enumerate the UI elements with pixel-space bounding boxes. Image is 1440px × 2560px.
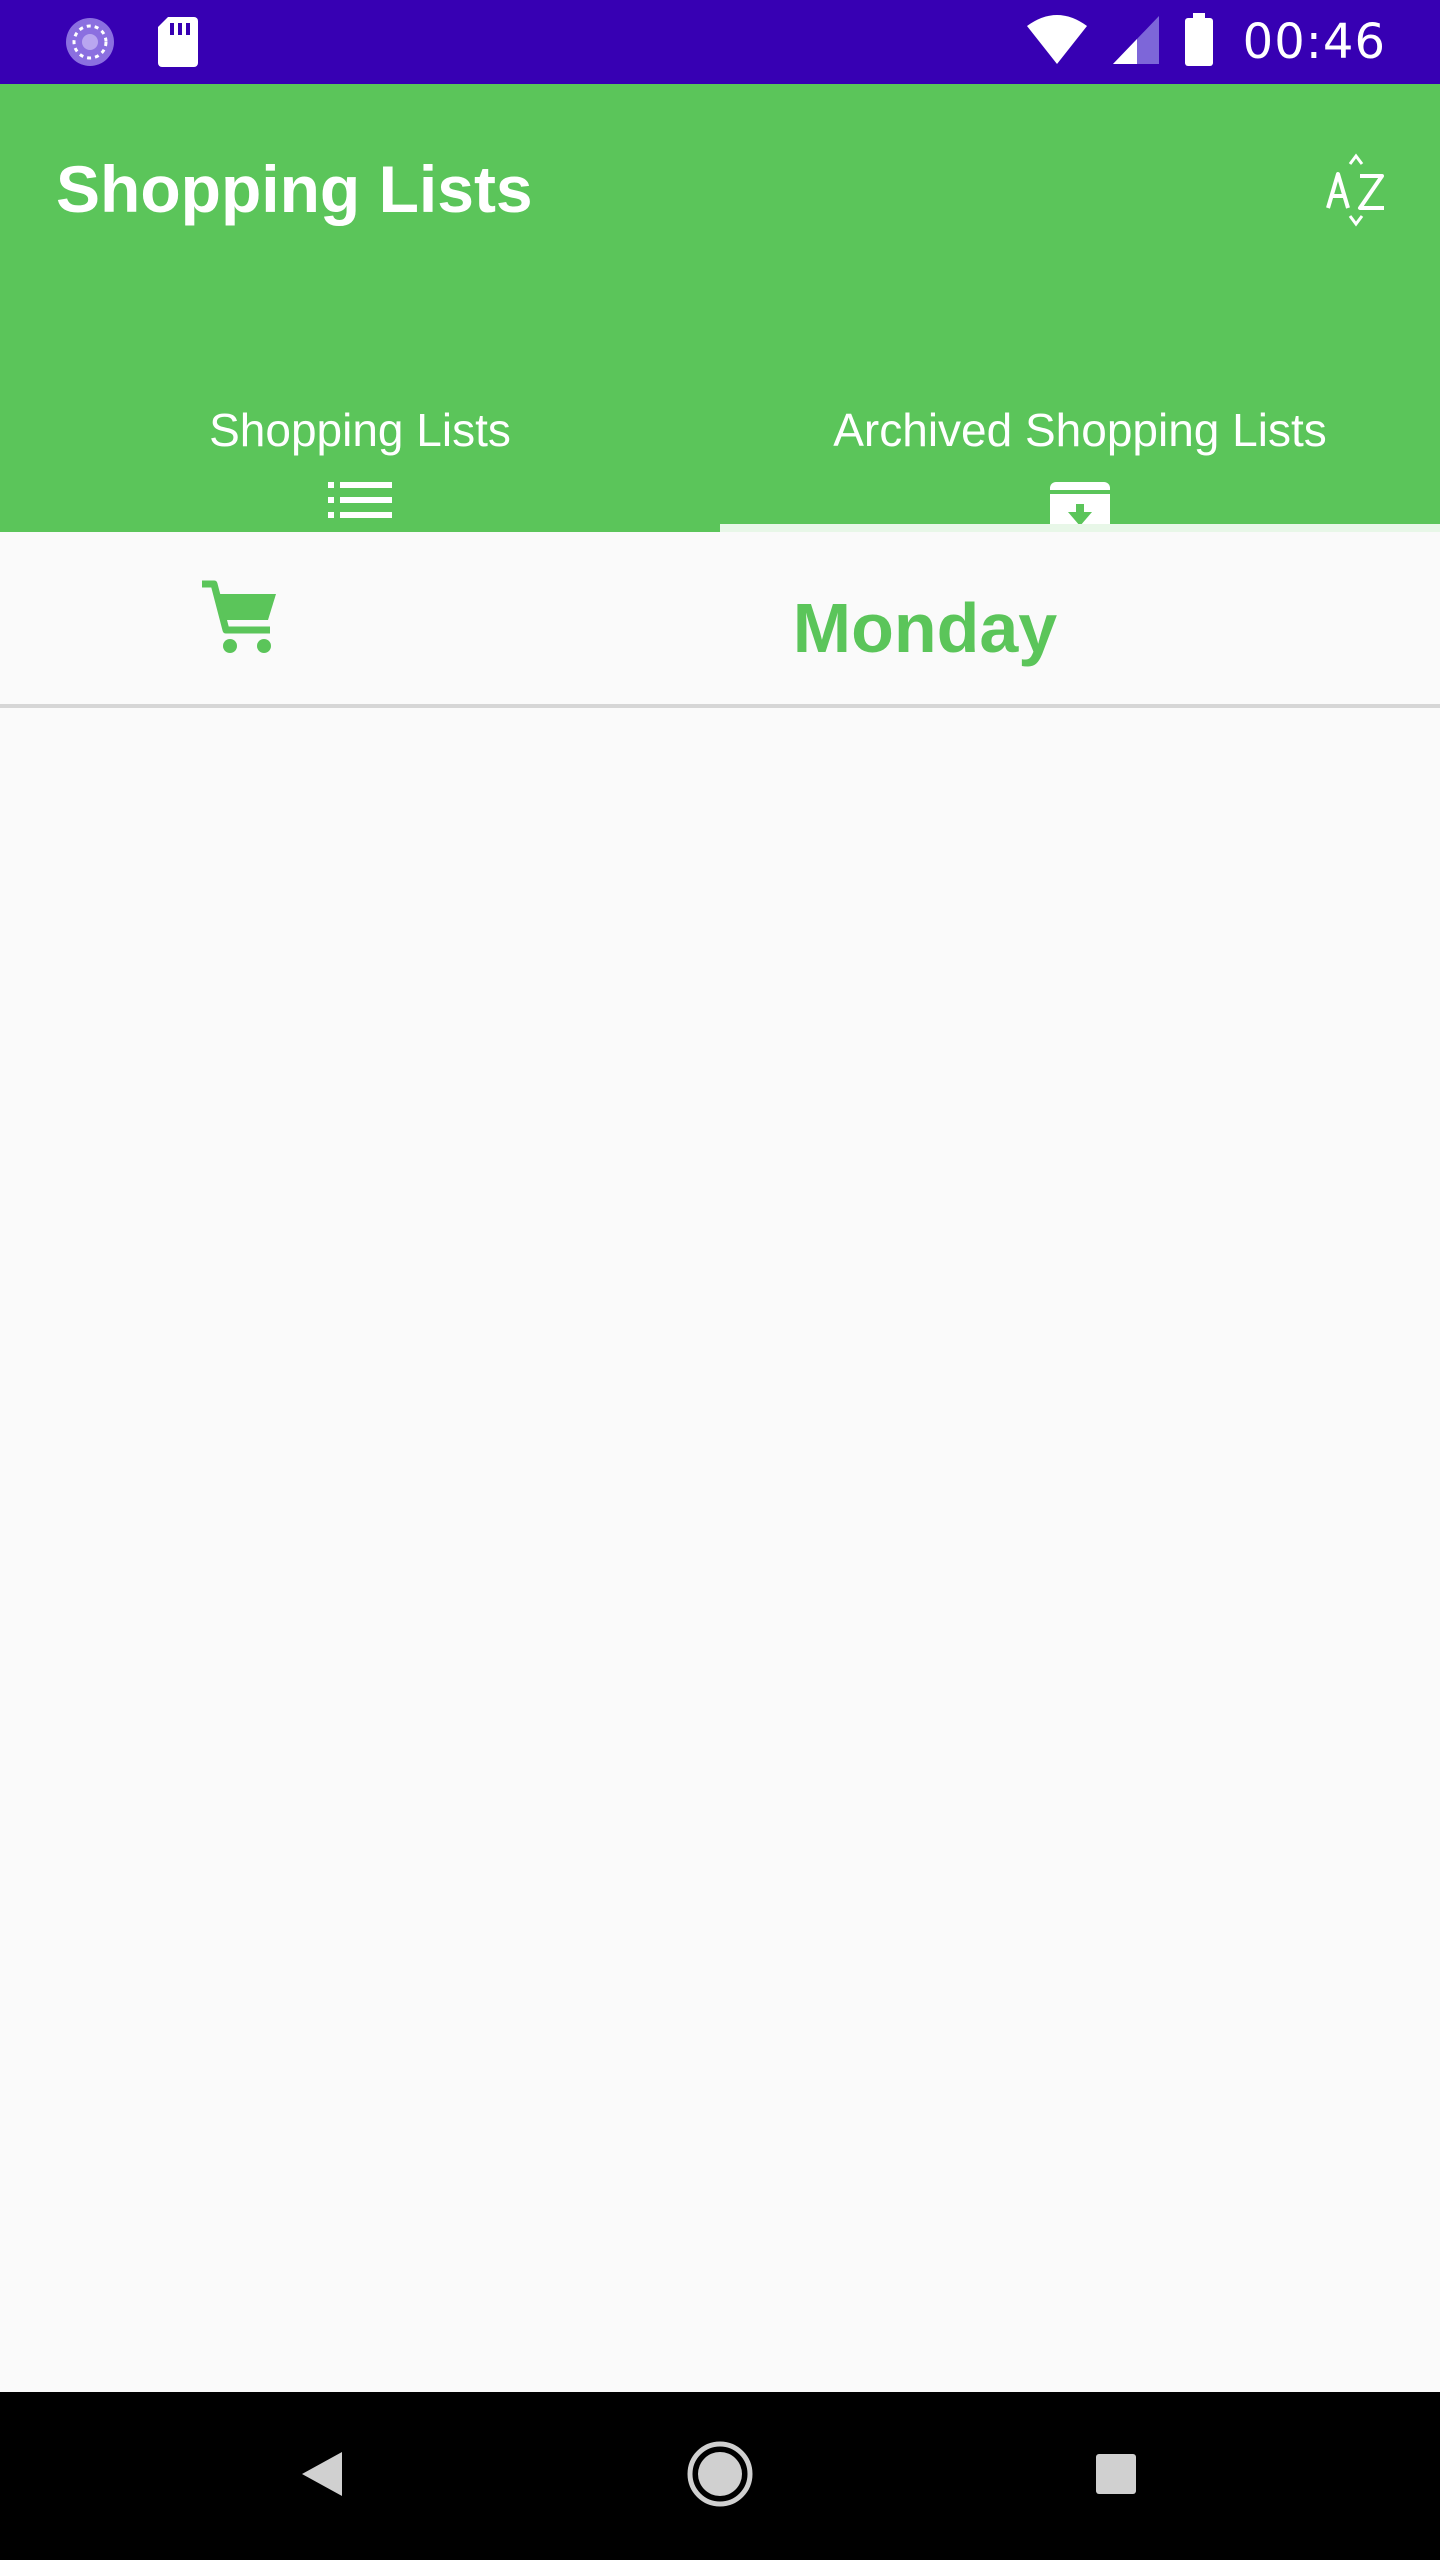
- list-item[interactable]: Monday: [0, 532, 1440, 708]
- back-icon: [298, 2448, 346, 2505]
- home-icon: [684, 2438, 756, 2515]
- status-bar-right: 00:46: [1025, 10, 1386, 74]
- status-bar-left: [62, 14, 200, 75]
- page-title: Shopping Lists: [56, 152, 533, 226]
- status-time: 00:46: [1242, 14, 1386, 70]
- list-name: Monday: [792, 589, 1058, 667]
- sort-alphabetical-icon: [1316, 150, 1396, 235]
- sort-button[interactable]: [1308, 144, 1404, 240]
- back-button[interactable]: [272, 2426, 372, 2526]
- list-icon: [326, 480, 394, 525]
- tab-label: Shopping Lists: [209, 404, 511, 456]
- app-bar: Shopping Lists Shopping Lists Archived S…: [0, 84, 1440, 544]
- tab-shopping-lists[interactable]: Shopping Lists: [0, 300, 720, 532]
- content-area: [0, 712, 1440, 2392]
- status-bar: 00:46: [0, 0, 1440, 84]
- navigation-bar: [0, 2392, 1440, 2560]
- recents-button[interactable]: [1066, 2426, 1166, 2526]
- tab-label: Archived Shopping Lists: [833, 404, 1327, 456]
- tab-indicator: [720, 524, 1440, 532]
- home-button[interactable]: [670, 2426, 770, 2526]
- tab-archived-shopping-lists[interactable]: Archived Shopping Lists: [720, 300, 1440, 544]
- signal-icon: [1111, 14, 1161, 71]
- sync-icon: [62, 14, 118, 75]
- battery-icon: [1183, 12, 1215, 72]
- wifi-icon: [1025, 14, 1089, 71]
- recents-icon: [1092, 2450, 1140, 2503]
- sd-card-icon: [156, 15, 200, 74]
- shopping-cart-icon: [198, 576, 282, 665]
- cart-button[interactable]: [192, 572, 288, 668]
- tab-bar: Shopping Lists Archived Shopping Lists: [0, 300, 1440, 544]
